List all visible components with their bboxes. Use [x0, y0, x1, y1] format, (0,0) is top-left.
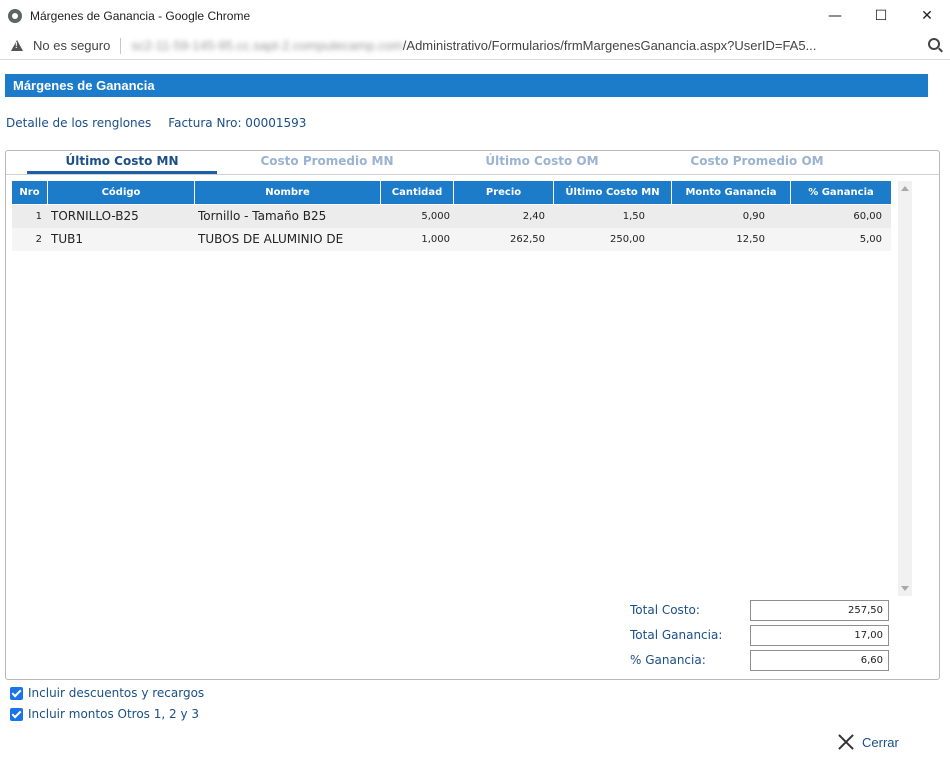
- option-otros[interactable]: Incluir montos Otros 1, 2 y 3: [10, 707, 199, 721]
- table-header: Nro Código Nombre Cantidad Precio Último…: [12, 181, 891, 204]
- cell-cantidad: 1,000: [421, 234, 450, 245]
- col-monto-ganancia[interactable]: Monto Ganancia: [672, 181, 791, 204]
- col-nro[interactable]: Nro: [12, 181, 48, 204]
- active-tab-indicator: [27, 171, 217, 174]
- descuentos-checkbox[interactable]: [10, 686, 23, 700]
- table-scrollbar[interactable]: [898, 181, 912, 596]
- cell-codigo: TORNILLO-B25: [51, 209, 139, 223]
- tab-ultimo-costo-om[interactable]: Último Costo OM: [447, 154, 637, 168]
- pct-ganancia-field[interactable]: 6,60: [750, 650, 889, 671]
- chrome-icon: [8, 9, 22, 23]
- scroll-up-icon[interactable]: [901, 186, 909, 191]
- address-divider: [120, 37, 122, 54]
- tab-strip: Último Costo MN Costo Promedio MN Último…: [6, 151, 939, 175]
- tab-costo-promedio-om[interactable]: Costo Promedio OM: [662, 154, 852, 168]
- page-title: Márgenes de Ganancia: [5, 74, 928, 97]
- cell-nro: 2: [35, 234, 42, 245]
- url-host[interactable]: sc2-11-59-145-95.cc.sapt-2.computecamp.c…: [131, 38, 402, 53]
- detail-label: Detalle de los renglones: [6, 116, 152, 130]
- pct-ganancia-label: % Ganancia:: [630, 653, 706, 667]
- close-window-button[interactable]: ✕: [904, 0, 950, 32]
- invoice-number: Factura Nro: 00001593: [168, 116, 307, 130]
- cell-monto-ganancia: 12,50: [736, 234, 765, 245]
- total-ganancia-label: Total Ganancia:: [630, 628, 723, 642]
- cell-ultimo-costo: 1,50: [622, 211, 645, 222]
- margins-panel: Último Costo MN Costo Promedio MN Último…: [5, 150, 940, 680]
- cell-cantidad: 5,000: [421, 211, 450, 222]
- cell-precio: 2,40: [522, 211, 545, 222]
- descuentos-label[interactable]: Incluir descuentos y recargos: [28, 686, 204, 700]
- close-label[interactable]: Cerrar: [862, 735, 899, 750]
- margins-table: Nro Código Nombre Cantidad Precio Último…: [12, 181, 891, 596]
- table-row[interactable]: 2 TUB1 TUBOS DE ALUMINIO DE 1,000 262,50…: [12, 228, 891, 251]
- subheader: Detalle de los renglones Factura Nro: 00…: [6, 116, 306, 130]
- cell-monto-ganancia: 0,90: [742, 211, 765, 222]
- col-cantidad[interactable]: Cantidad: [381, 181, 454, 204]
- zoom-icon[interactable]: [928, 38, 940, 50]
- maximize-button[interactable]: ☐: [858, 0, 904, 32]
- close-icon[interactable]: [837, 733, 855, 751]
- tab-ultimo-costo-mn[interactable]: Último Costo MN: [27, 154, 217, 168]
- tab-costo-promedio-mn[interactable]: Costo Promedio MN: [232, 154, 422, 168]
- cell-nro: 1: [35, 211, 42, 222]
- url-path[interactable]: /Administrativo/Formularios/frmMargenesG…: [403, 38, 817, 53]
- col-ultimo-costo[interactable]: Último Costo MN: [554, 181, 672, 204]
- table-row[interactable]: 1 TORNILLO-B25 Tornillo - Tamaño B25 5,0…: [12, 205, 891, 228]
- option-descuentos[interactable]: Incluir descuentos y recargos: [10, 686, 204, 700]
- close-button[interactable]: Cerrar: [837, 733, 899, 751]
- window-titlebar: Márgenes de Ganancia - Google Chrome — ☐…: [0, 0, 950, 32]
- window-title: Márgenes de Ganancia - Google Chrome: [30, 9, 251, 23]
- total-costo-field[interactable]: 257,50: [750, 600, 889, 621]
- col-precio[interactable]: Precio: [454, 181, 554, 204]
- total-ganancia-field[interactable]: 17,00: [750, 625, 889, 646]
- cell-pct-ganancia: 5,00: [859, 234, 882, 245]
- otros-checkbox[interactable]: [10, 707, 23, 721]
- cell-precio: 262,50: [510, 234, 545, 245]
- col-pct-ganancia[interactable]: % Ganancia: [791, 181, 891, 204]
- warning-icon[interactable]: [11, 40, 23, 51]
- security-label[interactable]: No es seguro: [33, 38, 110, 53]
- scroll-down-icon[interactable]: [901, 586, 909, 591]
- address-bar[interactable]: No es seguro sc2-11-59-145-95.cc.sapt-2.…: [0, 32, 950, 60]
- cell-codigo: TUB1: [51, 232, 83, 246]
- cell-nombre: TUBOS DE ALUMINIO DE: [198, 232, 344, 246]
- cell-pct-ganancia: 60,00: [853, 211, 882, 222]
- cell-nombre: Tornillo - Tamaño B25: [198, 209, 327, 223]
- total-costo-label: Total Costo:: [630, 603, 700, 617]
- col-codigo[interactable]: Código: [48, 181, 195, 204]
- otros-label[interactable]: Incluir montos Otros 1, 2 y 3: [28, 707, 199, 721]
- cell-ultimo-costo: 250,00: [610, 234, 645, 245]
- col-nombre[interactable]: Nombre: [195, 181, 381, 204]
- minimize-button[interactable]: —: [812, 0, 858, 32]
